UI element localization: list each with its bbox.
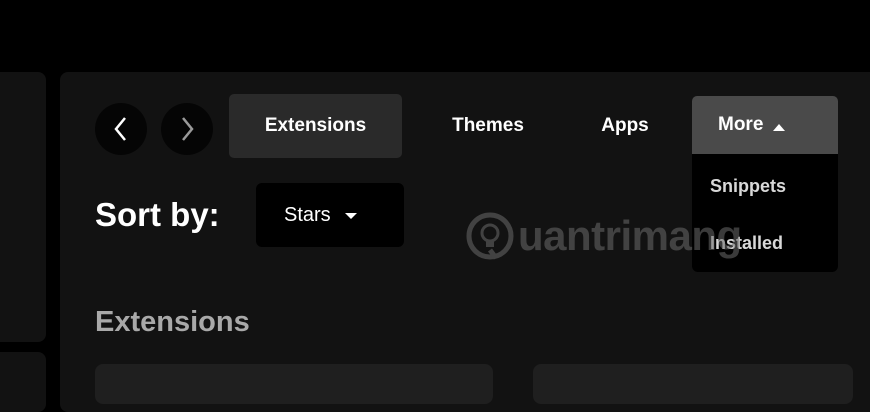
tab-label: More — [718, 114, 764, 135]
tab-label: Apps — [601, 115, 649, 136]
back-button[interactable] — [95, 103, 147, 155]
menu-item-snippets[interactable]: Snippets — [710, 176, 786, 197]
tab-extensions[interactable]: Extensions — [229, 94, 402, 158]
sidebar-panel-lower — [0, 352, 46, 412]
tab-label: Extensions — [264, 115, 367, 136]
chevron-right-icon — [182, 117, 194, 141]
more-dropdown-menu: Snippets Installed — [692, 154, 838, 272]
extension-card[interactable] — [95, 364, 493, 404]
sidebar-panel — [0, 72, 46, 342]
section-heading: Extensions — [95, 306, 250, 338]
caret-up-icon — [773, 123, 786, 131]
menu-item-installed[interactable]: Installed — [710, 233, 783, 254]
sort-label: Sort by: — [95, 196, 220, 233]
forward-button[interactable] — [161, 103, 213, 155]
caret-down-icon — [344, 213, 357, 219]
sort-selected-value: Stars — [284, 203, 331, 226]
tab-apps[interactable]: Apps — [575, 94, 675, 158]
chevron-left-icon — [114, 117, 126, 141]
tab-more[interactable]: More — [692, 96, 838, 154]
extension-card[interactable] — [533, 364, 853, 404]
tab-themes[interactable]: Themes — [425, 94, 551, 158]
sort-dropdown[interactable]: Stars — [256, 183, 404, 247]
tab-label: Themes — [452, 115, 524, 136]
